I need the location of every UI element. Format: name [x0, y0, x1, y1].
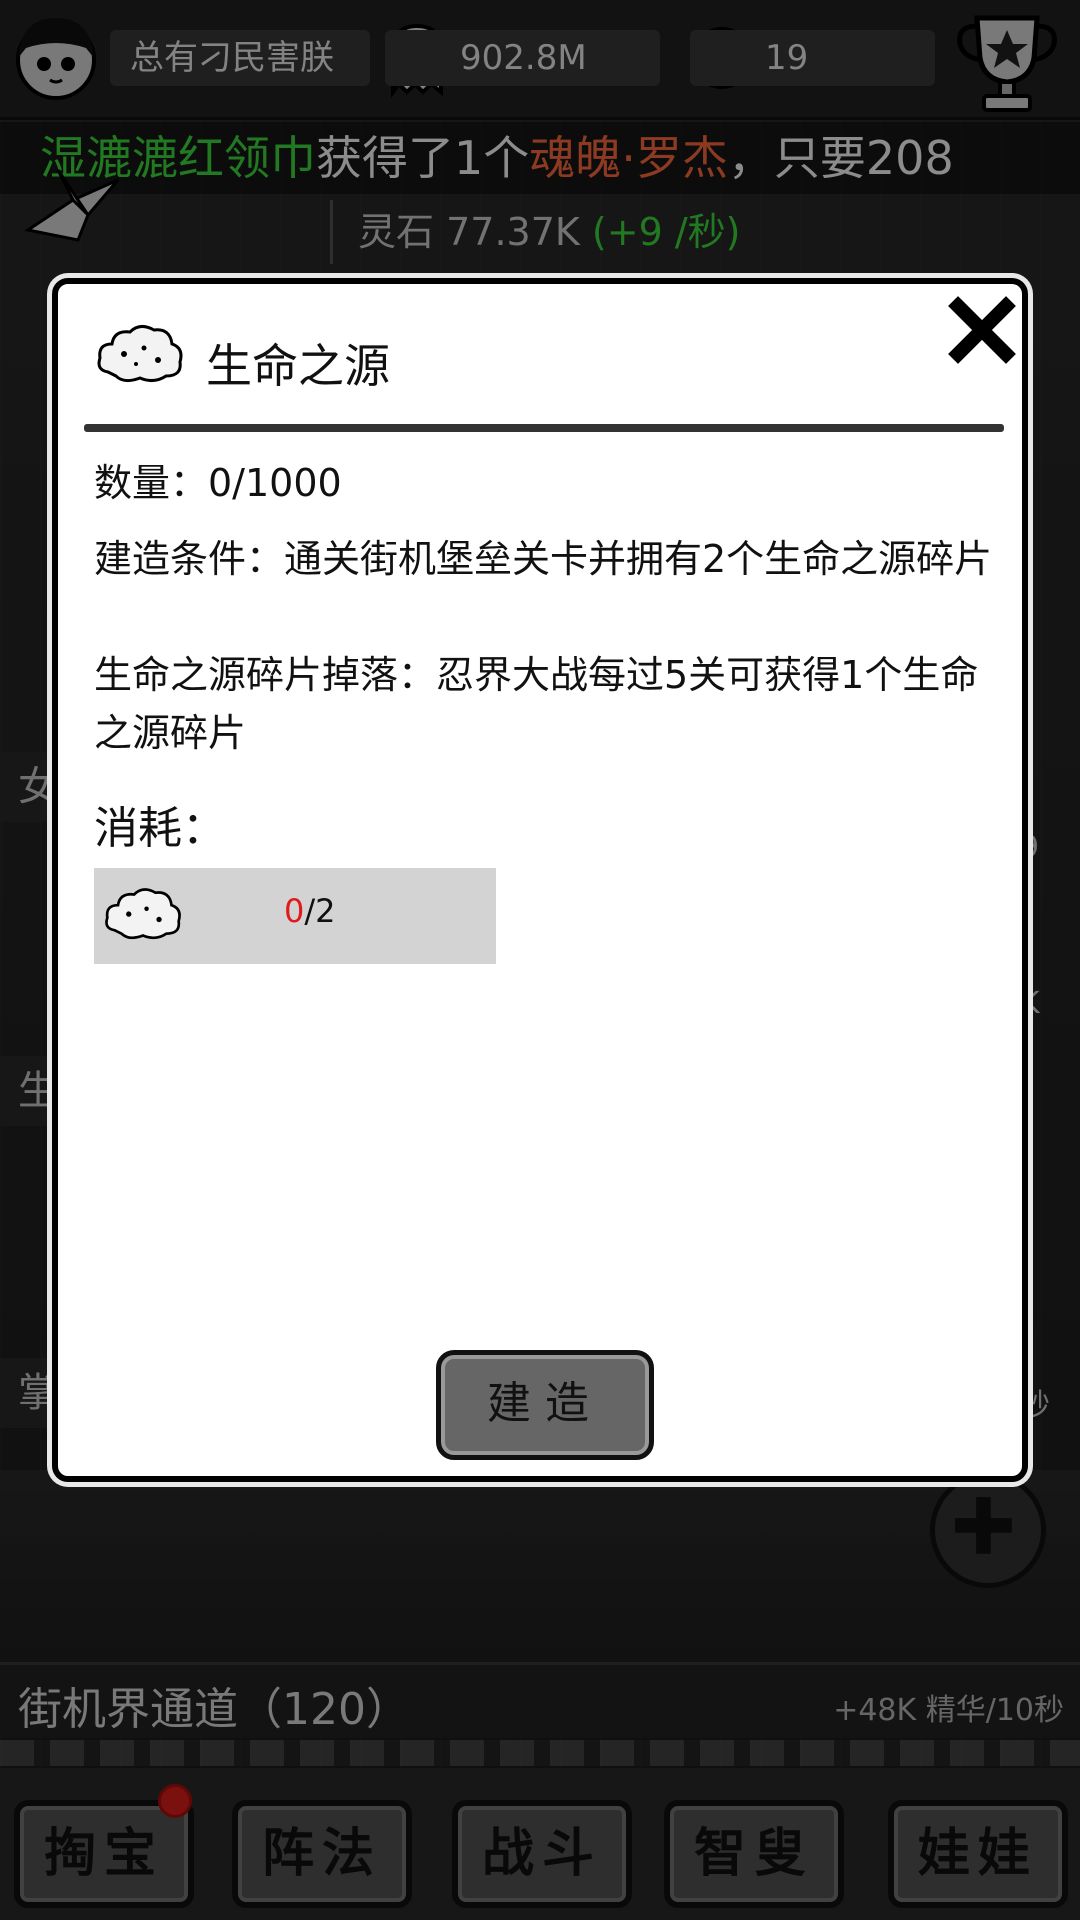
consume-need: /2	[304, 892, 336, 930]
fragment-cloud-icon	[105, 888, 181, 940]
fragment-drop-text: 生命之源碎片掉落：忍界大战每过5关可获得1个生命之源碎片	[94, 653, 979, 755]
quantity-text: 数量：0/1000	[94, 461, 342, 505]
consume-have: 0	[284, 892, 305, 930]
consume-count: 0/2	[284, 892, 336, 930]
title-divider	[84, 424, 1004, 432]
cloud-icon	[97, 325, 183, 383]
consume-item-slot[interactable]: 0/2	[94, 868, 496, 964]
dialog-title: 生命之源	[206, 339, 390, 393]
item-detail-dialog: 生命之源 数量：0/1000 建造条件：通关街机堡垒关卡并拥有2个生命之源碎片 …	[52, 278, 1028, 1482]
close-icon[interactable]	[948, 296, 1016, 364]
build-button[interactable]: 建造	[436, 1350, 654, 1460]
consume-label: 消耗：	[94, 803, 226, 854]
build-condition-text: 建造条件：通关街机堡垒关卡并拥有2个生命之源碎片	[94, 537, 993, 581]
